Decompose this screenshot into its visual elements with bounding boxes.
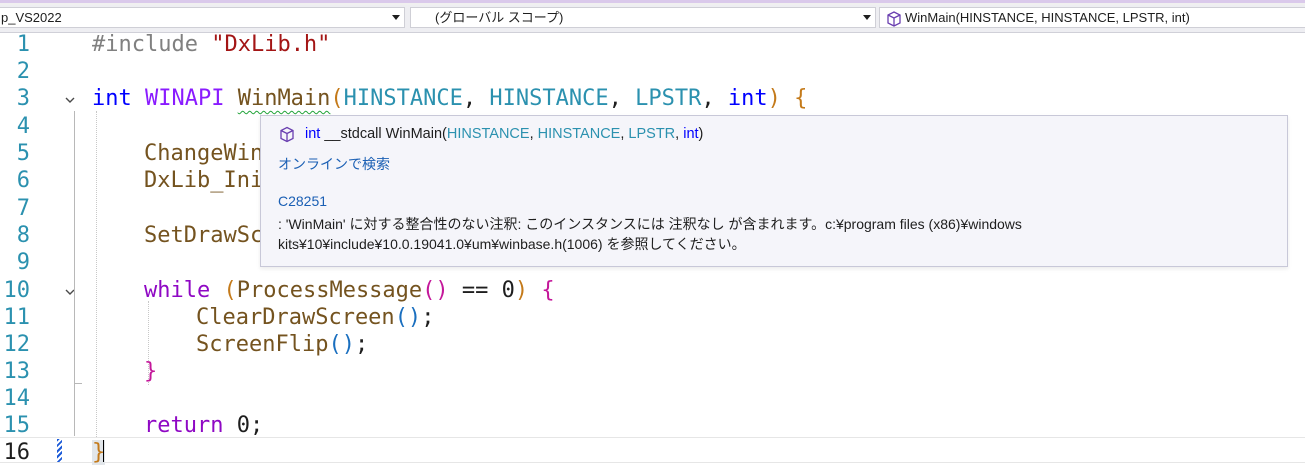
scope-dropdown[interactable]: (グローバル スコープ) [410,7,876,28]
code-line-11: ClearDrawScreen(); [196,305,434,330]
function-name[interactable]: WinMain [238,86,331,111]
code-line-12: ScreenFlip(); [196,332,368,357]
function-signature: int __stdcall WinMain(HINSTANCE, HINSTAN… [305,126,703,142]
comma: , [529,126,538,142]
expression: == 0 [448,278,515,303]
search-online-link[interactable]: オンラインで検索 [278,154,390,174]
change-marker [57,439,62,462]
keyword: return [144,413,237,438]
member-dropdown[interactable]: WinMain(HINSTANCE, HINSTANCE, LPSTR, int… [879,7,1305,28]
line-number: 8 [16,223,30,248]
cube-icon [280,126,294,143]
type-name: HINSTANCE [446,126,530,142]
line-number: 16 [3,440,31,465]
line-number: 13 [3,359,31,384]
fold-arrow-icon[interactable] [64,95,76,105]
function-call: SetDrawSc [144,223,264,248]
function-call: ScreenFlip [196,332,329,357]
brace: } [144,359,158,384]
current-line-highlight [0,437,1305,463]
indent-guide [96,111,97,437]
quickinfo-tooltip: int __stdcall WinMain(HINSTANCE, HINSTAN… [260,115,1288,267]
paren: () [422,278,449,303]
line-number: 3 [16,86,30,111]
comma: , [701,86,728,111]
line-number: 6 [16,168,30,193]
line-number: 1 [16,32,30,57]
accent-bar [0,0,1305,3]
function-call: DxLib_Ini [144,168,264,193]
text-caret [103,440,104,462]
keyword: while [144,278,224,303]
comma: , [675,126,684,142]
paren: ) [767,86,781,111]
expression: 0; [236,413,264,438]
code-line-3: int WINAPI WinMain(HINSTANCE, HINSTANCE,… [92,86,807,111]
brace: { [528,278,555,303]
code-line-10: while (ProcessMessage() == 0) { [144,278,555,303]
semicolon: ; [354,332,369,357]
keyword: int [683,126,699,142]
scope-dropdown-label: (グローバル スコープ) [435,10,564,25]
line-number: 5 [16,141,30,166]
keyword: int [92,86,145,111]
line-number: 4 [16,114,30,139]
type-name: LPSTR [635,86,702,111]
signature-text: __stdcall WinMain( [320,126,447,142]
brace: { [780,86,808,111]
semicolon: ; [421,305,435,330]
project-dropdown[interactable]: p_VS2022 [0,7,405,28]
code-line-13: } [144,359,157,384]
preprocessor-directive: #include [92,32,212,57]
macro: WINAPI [144,86,238,111]
comma: , [462,86,490,111]
code-line-8: SetDrawSc [144,223,263,248]
function-call: ChangeWin [144,141,264,166]
paren: ) [698,126,704,142]
include-string: "DxLib.h" [211,32,331,57]
paren: ( [330,86,344,111]
paren: () [328,332,355,357]
type-name: HINSTANCE [489,86,609,111]
warning-message: : 'WinMain' に対する整合性のない注釈: このインスタンスには 注釈な… [278,216,1022,252]
line-number: 14 [3,386,31,411]
type-name: HINSTANCE [343,86,463,111]
function-call: ProcessMessage [236,278,423,303]
fold-region-line [74,111,75,436]
line-number: 9 [16,250,30,275]
paren: ) [514,278,529,303]
project-dropdown-label: p_VS2022 [1,10,62,25]
keyword: int [727,86,768,111]
line-number: 11 [3,305,31,330]
code-line-15: return 0; [144,413,263,438]
navigation-bar: p_VS2022 (グローバル スコープ) WinMain(HINSTANCE,… [0,5,1305,33]
type-name: LPSTR [628,126,676,142]
chevron-down-icon [392,15,400,20]
warning-code-link[interactable]: C28251 [278,193,327,209]
paren: ( [223,278,237,303]
line-number: 15 [3,413,31,438]
keyword: int [305,126,321,142]
line-number: 7 [16,196,30,221]
function-call: ClearDrawScreen [196,305,395,330]
fold-region-end [74,383,82,385]
code-line-5: ChangeWin [144,141,263,166]
code-line-6: DxLib_Ini [144,168,263,193]
line-number: 10 [3,278,31,303]
code-line-1: #include "DxLib.h" [92,32,330,57]
line-number: 12 [3,332,31,357]
comma: , [608,86,636,111]
cube-icon [887,11,901,27]
line-number: 2 [16,59,30,84]
type-name: HINSTANCE [537,126,621,142]
member-dropdown-label: WinMain(HINSTANCE, HINSTANCE, LPSTR, int… [905,10,1190,25]
paren: () [394,305,422,330]
chevron-down-icon [863,15,871,20]
